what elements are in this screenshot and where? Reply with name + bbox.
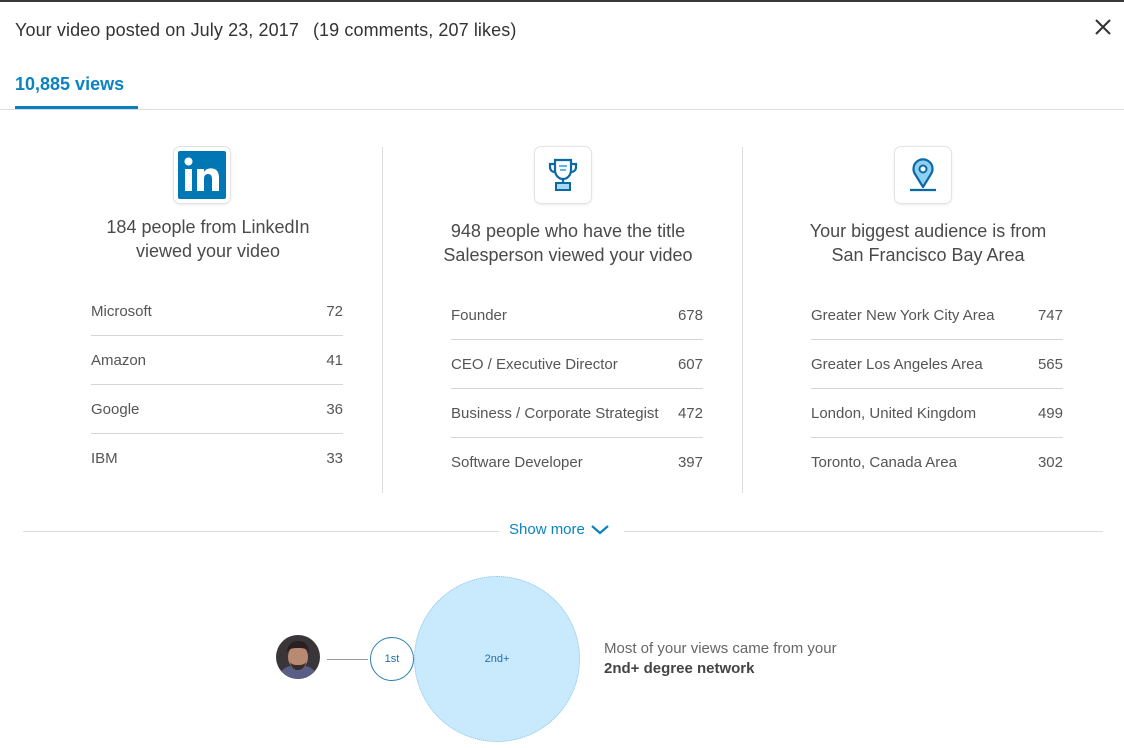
headline-line-1: 184 people from LinkedIn xyxy=(106,217,310,237)
column-divider xyxy=(382,147,383,493)
item-label: Microsoft xyxy=(91,302,152,320)
list-item: CEO / Executive Director 607 xyxy=(451,340,703,389)
close-button[interactable] xyxy=(1090,14,1116,40)
list-item: Greater Los Angeles Area 565 xyxy=(811,340,1063,389)
item-count: 72 xyxy=(326,302,343,320)
avatar xyxy=(276,635,320,679)
item-label: Greater New York City Area xyxy=(811,306,995,324)
tab-views[interactable]: 10,885 views xyxy=(15,74,124,95)
companies-list: Microsoft 72 Amazon 41 Google 36 IBM 33 xyxy=(91,287,343,483)
location-icon-box xyxy=(895,147,951,203)
show-more-label: Show more xyxy=(509,521,585,538)
first-degree-bubble: 1st xyxy=(370,637,414,681)
location-pin-icon xyxy=(910,158,936,192)
list-item: Toronto, Canada Area 302 xyxy=(811,438,1063,487)
second-degree-bubble: 2nd+ xyxy=(414,576,580,742)
show-more-button[interactable]: Show more xyxy=(509,521,609,538)
close-icon xyxy=(1095,19,1111,35)
item-count: 397 xyxy=(677,454,703,471)
headline-line-1: 948 people who have the title xyxy=(450,221,686,241)
item-count: 747 xyxy=(1037,306,1063,324)
column-divider xyxy=(742,147,743,493)
list-item: Greater New York City Area 747 xyxy=(811,291,1063,340)
headline-line-2: viewed your video xyxy=(135,241,281,261)
show-more-divider-left xyxy=(23,531,499,532)
network-summary-line-1: Most of your views came from your xyxy=(604,640,837,657)
linkedin-logo-icon xyxy=(178,151,226,199)
item-count: 41 xyxy=(326,351,343,369)
linkedin-icon-box xyxy=(174,147,230,203)
list-item: Founder 678 xyxy=(451,291,703,340)
headline-line-2: San Francisco Bay Area xyxy=(831,245,1025,265)
locations-list: Greater New York City Area 747 Greater Lo… xyxy=(811,291,1063,487)
item-label: Greater Los Angeles Area xyxy=(811,355,983,373)
companies-headline: 184 people from LinkedIn viewed your vid… xyxy=(58,215,358,263)
item-label: Amazon xyxy=(91,351,147,369)
item-label: IBM xyxy=(91,450,118,467)
item-count: 499 xyxy=(1037,404,1063,422)
item-count: 678 xyxy=(677,306,703,324)
trophy-icon xyxy=(548,158,578,191)
connection-line xyxy=(327,659,368,660)
item-count: 33 xyxy=(326,450,343,467)
video-post-date: Your video posted on July 23, 2017 xyxy=(15,20,299,40)
list-item: Google 36 xyxy=(91,385,343,434)
item-count: 302 xyxy=(1037,454,1063,471)
item-count: 565 xyxy=(1037,355,1063,373)
item-label: Google xyxy=(91,400,140,418)
item-count: 36 xyxy=(326,400,343,418)
show-more-divider-right xyxy=(624,531,1103,532)
item-label: Toronto, Canada Area xyxy=(811,454,957,471)
dialog-title: Your video posted on July 23, 2017 (19 co… xyxy=(15,20,516,41)
network-summary: Most of your views came from your 2nd+ d… xyxy=(604,639,837,679)
locations-headline: Your biggest audience is from San Franci… xyxy=(778,219,1078,267)
chevron-down-icon xyxy=(591,524,609,534)
second-degree-label: 2nd+ xyxy=(484,653,510,665)
engagement-summary: (19 comments, 207 likes) xyxy=(312,20,517,40)
headline-line-1: Your biggest audience is from xyxy=(809,221,1047,241)
list-item: Software Developer 397 xyxy=(451,438,703,487)
list-item: Amazon 41 xyxy=(91,336,343,385)
headline-line-2: Salesperson viewed your video xyxy=(443,245,693,265)
item-label: Business / Corporate Strategist xyxy=(451,404,659,422)
trophy-icon-box xyxy=(535,147,591,203)
item-label: London, United Kingdom xyxy=(811,404,977,422)
item-label: Founder xyxy=(451,306,507,324)
item-count: 607 xyxy=(677,355,703,373)
list-item: Microsoft 72 xyxy=(91,287,343,336)
item-count: 472 xyxy=(677,404,703,422)
network-summary-line-2: 2nd+ degree network xyxy=(604,660,755,677)
list-item: London, United Kingdom 499 xyxy=(811,389,1063,438)
tabs-divider xyxy=(0,109,1124,110)
list-item: IBM 33 xyxy=(91,434,343,483)
item-label: Software Developer xyxy=(451,454,583,471)
list-item: Business / Corporate Strategist 472 xyxy=(451,389,703,438)
window-top-border xyxy=(0,0,1124,2)
titles-headline: 948 people who have the title Salesperso… xyxy=(418,219,718,267)
profile-photo-icon xyxy=(276,635,320,679)
item-label: CEO / Executive Director xyxy=(451,355,618,373)
first-degree-label: 1st xyxy=(384,653,400,665)
titles-list: Founder 678 CEO / Executive Director 607 B… xyxy=(451,291,703,487)
